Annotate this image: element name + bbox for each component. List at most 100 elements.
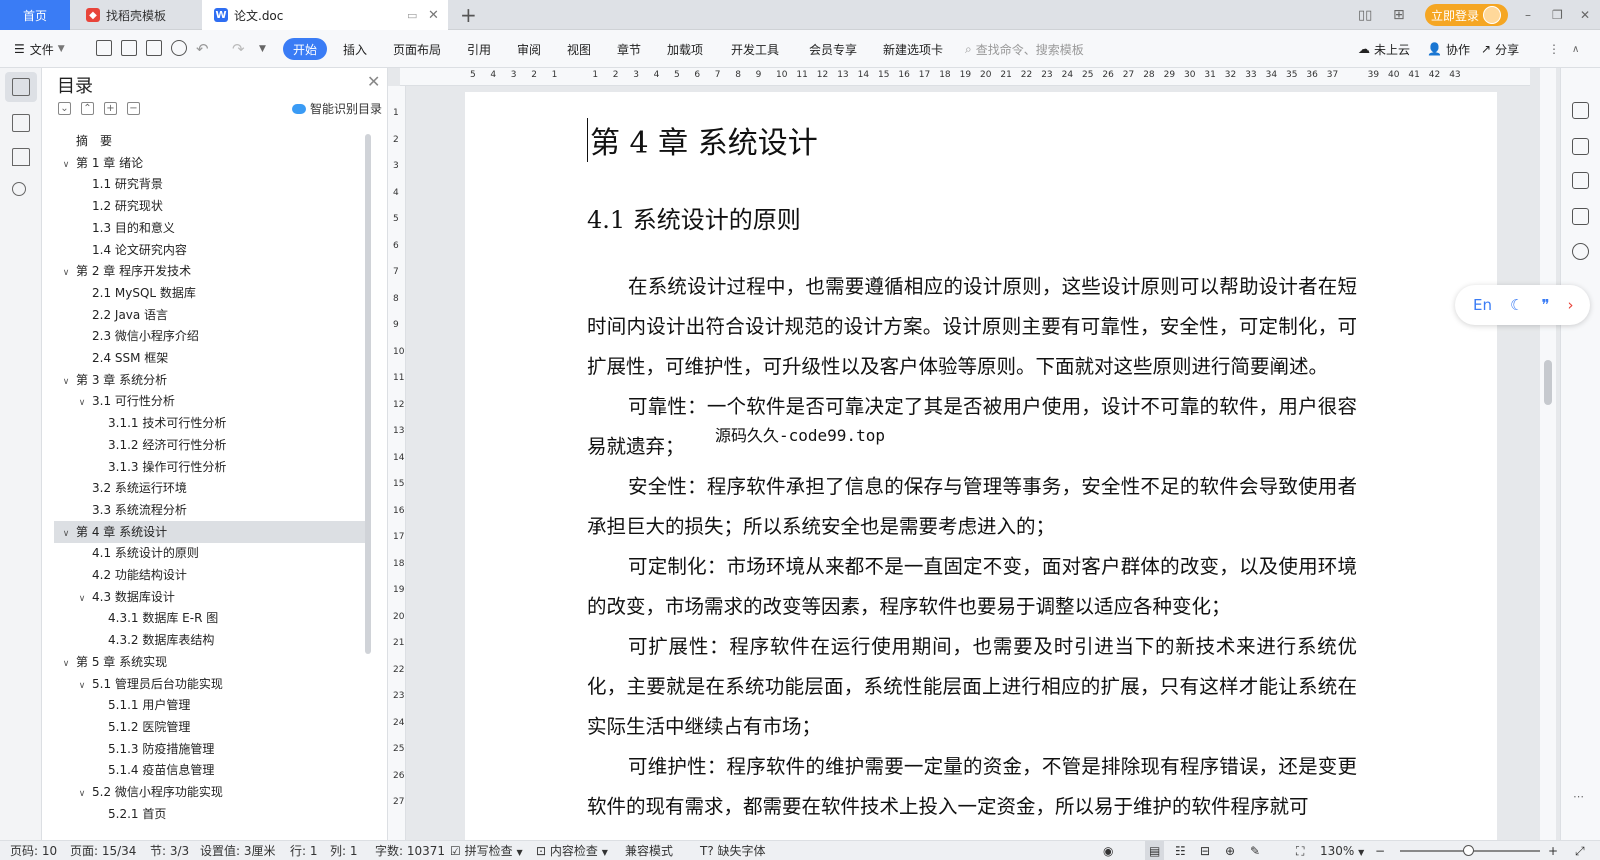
search-icon[interactable] xyxy=(12,182,26,196)
chevron-down-icon[interactable]: ∨ xyxy=(60,371,72,393)
toc-item[interactable]: 2.2 Java 语言 xyxy=(54,304,366,326)
toc-item[interactable]: 1.4 论文研究内容 xyxy=(54,239,366,261)
status-page-code[interactable]: 页码: 10 xyxy=(10,841,57,860)
toc-item[interactable]: 2.4 SSM 框架 xyxy=(54,347,366,369)
zoom-slider-handle[interactable] xyxy=(1463,845,1474,856)
toc-item[interactable]: 2.3 微信小程序介绍 xyxy=(54,325,366,347)
chevron-down-icon[interactable]: ∨ xyxy=(76,783,88,805)
share-button[interactable]: ↗ 分享 xyxy=(1481,30,1519,68)
paragraph[interactable]: 可维护性：程序软件的维护需要一定量的资金，不管是排除现有程序错误，还是变更软件的… xyxy=(587,747,1357,827)
toc-item[interactable]: ∨ 第 5 章 系统实现 xyxy=(54,651,366,673)
menu-addins[interactable]: 加载项 xyxy=(667,30,703,68)
minimize-button[interactable]: – xyxy=(1525,0,1531,30)
add-heading-icon[interactable]: + xyxy=(104,102,117,115)
document-scrollbar[interactable] xyxy=(1540,68,1556,840)
menu-review[interactable]: 审阅 xyxy=(517,30,541,68)
paragraph[interactable]: 可定制化：市场环境从来都不是一直固定不变，面对客户群体的改变，以及使用环境的改变… xyxy=(587,547,1357,627)
translate-lang[interactable]: En xyxy=(1473,296,1492,314)
section-heading[interactable]: 4.1 系统设计的原则 xyxy=(587,200,801,235)
remove-heading-icon[interactable]: − xyxy=(127,102,140,115)
toc-item[interactable]: ∨ 第 3 章 系统分析 xyxy=(54,369,366,391)
spell-check-button[interactable]: ☑ 拼写检查 ▼ xyxy=(450,841,523,860)
zoom-in-button[interactable]: + xyxy=(1548,841,1558,860)
toc-item[interactable]: 5.1.1 用户管理 xyxy=(54,694,366,716)
menu-new-tab[interactable]: 新建选项卡 xyxy=(883,30,943,68)
toc-item[interactable]: 3.1.2 经济可行性分析 xyxy=(54,434,366,456)
image-tool-icon[interactable] xyxy=(1572,208,1589,225)
collab-button[interactable]: 👤 协作 xyxy=(1427,30,1470,68)
horizontal-ruler[interactable]: 5 4 3 2 1 1 2 3 4 5 6 7 8 9 10 11 12 13 14 15 16 17 18 19 20 21 22… xyxy=(400,68,1530,86)
menu-insert[interactable]: 插入 xyxy=(343,30,367,68)
location-icon[interactable] xyxy=(1572,243,1589,260)
restore-button[interactable]: ❐ xyxy=(1552,0,1563,30)
paragraph[interactable]: 安全性：程序软件承担了信息的保存与管理等事务，安全性不足的软件会导致使用者承担巨… xyxy=(587,467,1357,547)
eye-protect-icon[interactable]: ◉ xyxy=(1103,841,1113,860)
chevron-down-icon[interactable]: ∨ xyxy=(60,523,72,545)
page-view-icon[interactable]: ▤ xyxy=(1145,841,1165,860)
cloud-button[interactable]: ☁ 未上云 xyxy=(1358,30,1410,68)
toc-item[interactable]: 4.2 功能结构设计 xyxy=(54,564,366,586)
layout-icon[interactable]: ▯▯ xyxy=(1358,0,1372,30)
menu-page-layout[interactable]: 页面布局 xyxy=(393,30,441,68)
toc-scrollbar[interactable] xyxy=(365,134,371,654)
new-tab-button[interactable]: + xyxy=(460,3,477,27)
tab-home[interactable]: 首页 xyxy=(0,0,70,30)
toc-item[interactable]: 3.1.3 操作可行性分析 xyxy=(54,456,366,478)
chapter-heading[interactable]: 第 4 章 系统设计 xyxy=(587,118,818,162)
quick-access-dropdown-icon[interactable]: ▼ xyxy=(259,30,266,68)
status-page[interactable]: 页面: 15/34 xyxy=(70,841,136,860)
more-options-icon[interactable]: ⋯ xyxy=(1573,790,1584,803)
toc-item[interactable]: ∨ 5.1 管理员后台功能实现 xyxy=(54,673,366,695)
pin-tab-icon[interactable]: ▭ xyxy=(407,9,417,22)
zoom-level[interactable]: 130% ▼ xyxy=(1320,841,1364,860)
toc-item[interactable]: 5.1.3 防疫措施管理 xyxy=(54,738,366,760)
web-view-icon[interactable]: ⊕ xyxy=(1225,841,1235,860)
menu-developer[interactable]: 开发工具 xyxy=(731,30,779,68)
toc-item[interactable]: ∨ 第 2 章 程序开发技术 xyxy=(54,260,366,282)
more-icon[interactable]: ⋮ xyxy=(1548,30,1560,68)
export-icon[interactable] xyxy=(121,40,137,56)
chevron-down-icon[interactable]: ∨ xyxy=(76,588,88,610)
toc-item[interactable]: 3.2 系统运行环境 xyxy=(54,477,366,499)
content-check-button[interactable]: ⊡ 内容检查 ▼ xyxy=(536,841,608,860)
toc-item[interactable]: 2.1 MySQL 数据库 xyxy=(54,282,366,304)
command-search[interactable]: ⌕ 查找命令、搜索模板 xyxy=(965,30,1084,68)
missing-font-button[interactable]: T? 缺失字体 xyxy=(700,841,766,860)
toc-item[interactable]: 1.1 研究背景 xyxy=(54,173,366,195)
menu-references[interactable]: 引用 xyxy=(467,30,491,68)
save-icon[interactable] xyxy=(96,40,112,56)
collapse-ribbon-icon[interactable]: ∧ xyxy=(1572,30,1579,68)
toc-item[interactable]: 5.2.1 首页 xyxy=(54,803,366,825)
tab-document[interactable]: W 论文.doc ▭ ✕ xyxy=(202,0,448,30)
write-mode-icon[interactable]: ✎ xyxy=(1250,841,1260,860)
fit-page-icon[interactable]: ⛶ xyxy=(1296,841,1304,860)
floating-translate-panel[interactable]: En ☾ ❞ › xyxy=(1455,285,1590,325)
toc-item[interactable]: 4.3.1 数据库 E-R 图 xyxy=(54,607,366,629)
tab-template[interactable]: ◆ 找稻壳模板 xyxy=(72,0,200,30)
toc-item[interactable]: ∨ 3.1 可行性分析 xyxy=(54,390,366,412)
bookmark-icon[interactable] xyxy=(12,148,30,166)
toc-item[interactable]: ∨ 第 1 章 绪论 xyxy=(54,152,366,174)
chevron-down-icon[interactable]: ∨ xyxy=(76,392,88,414)
reading-view-icon[interactable]: ⊟ xyxy=(1200,841,1210,860)
chevron-down-icon[interactable]: ∨ xyxy=(76,675,88,697)
close-icon[interactable]: ✕ xyxy=(367,72,380,91)
apps-grid-icon[interactable]: ⊞ xyxy=(1393,0,1405,30)
moon-icon[interactable]: ☾ xyxy=(1510,296,1523,314)
print-preview-icon[interactable] xyxy=(171,40,187,56)
status-words[interactable]: 字数: 10371 xyxy=(375,841,445,860)
scrollbar-thumb[interactable] xyxy=(1544,360,1552,405)
toc-item[interactable]: 1.2 研究现状 xyxy=(54,195,366,217)
status-setting[interactable]: 设置值: 3厘米 xyxy=(200,841,276,860)
toc-item[interactable]: ∨ 4.3 数据库设计 xyxy=(54,586,366,608)
document-page[interactable]: 第 4 章 系统设计 4.1 系统设计的原则 在系统设计过程中，也需要遵循相应的… xyxy=(465,92,1497,840)
quote-icon[interactable]: ❞ xyxy=(1541,296,1549,314)
toc-icon[interactable] xyxy=(12,78,30,96)
collapse-all-icon[interactable]: ⌃ xyxy=(81,102,94,115)
outline-view-icon[interactable]: ☷ xyxy=(1175,841,1186,860)
pen-icon[interactable] xyxy=(1572,102,1589,119)
menu-member[interactable]: 会员专享 xyxy=(809,30,857,68)
compat-mode[interactable]: 兼容模式 xyxy=(625,841,673,860)
menu-view[interactable]: 视图 xyxy=(567,30,591,68)
smart-toc-button[interactable]: 智能识别目录 xyxy=(292,100,382,117)
